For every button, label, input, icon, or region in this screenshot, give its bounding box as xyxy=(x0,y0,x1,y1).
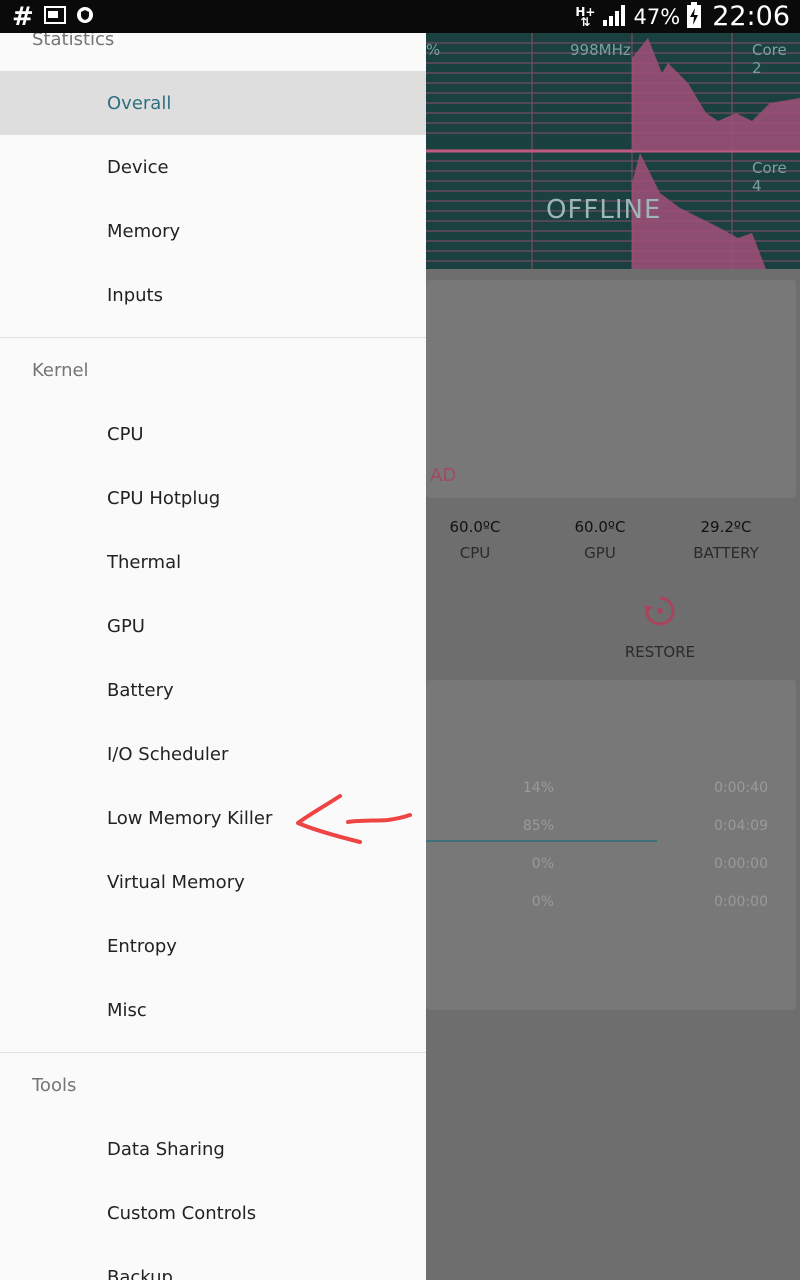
battery-charging-icon xyxy=(686,1,702,32)
drawer-item-custom-controls[interactable]: Custom Controls xyxy=(0,1181,426,1245)
graph-core-4: Core 4 xyxy=(752,159,787,195)
drawer-item-memory[interactable]: Memory xyxy=(0,199,426,263)
info-card xyxy=(426,280,796,498)
drawer-item-device[interactable]: Device xyxy=(0,135,426,199)
drawer-item-overall[interactable]: Overall xyxy=(0,71,426,135)
section-header-statistics: Statistics xyxy=(32,33,115,50)
section-header-tools: Tools xyxy=(32,1075,77,1096)
restore-button[interactable]: RESTORE xyxy=(610,593,710,661)
graph-offline-label: OFFLINE xyxy=(546,195,662,225)
drawer-item-misc[interactable]: Misc xyxy=(0,978,426,1042)
drawer-item-gpu[interactable]: GPU xyxy=(0,594,426,658)
cpu-temp: 60.0ºC CPU xyxy=(449,518,501,562)
gpu-temp: 60.0ºC GPU xyxy=(574,518,626,562)
screenshot-icon xyxy=(43,5,66,28)
stat-progress-bar xyxy=(426,840,657,842)
status-bar: # H+ ⇅ 47% 22:06 xyxy=(0,0,800,33)
drawer-item-thermal[interactable]: Thermal xyxy=(0,530,426,594)
graph-core-2: Core 2 xyxy=(752,41,787,77)
drawer-item-backup[interactable]: Backup xyxy=(0,1245,426,1280)
clock: 22:06 xyxy=(712,1,790,32)
navigation-drawer: Statistics Overall Device Memory Inputs … xyxy=(0,33,426,1280)
hash-icon: # xyxy=(12,1,34,32)
signal-icon xyxy=(602,4,628,30)
drawer-item-virtual-memory[interactable]: Virtual Memory xyxy=(0,850,426,914)
restore-icon xyxy=(644,596,675,626)
drawer-item-battery[interactable]: Battery xyxy=(0,658,426,722)
card-link[interactable]: AD xyxy=(430,465,456,486)
drawer-divider xyxy=(0,337,426,338)
graph-label-left: % xyxy=(426,41,441,59)
network-type-icon: H+ ⇅ xyxy=(575,4,596,29)
drawer-item-entropy[interactable]: Entropy xyxy=(0,914,426,978)
battery-percent: 47% xyxy=(633,4,681,29)
cpu-states-card xyxy=(426,680,796,1010)
drawer-item-data-sharing[interactable]: Data Sharing xyxy=(0,1117,426,1181)
graph-frequency: 998MHz xyxy=(570,41,631,59)
annotation-arrow xyxy=(296,794,412,844)
battery-temp: 29.2ºC BATTERY xyxy=(693,518,759,562)
drawer-item-inputs[interactable]: Inputs xyxy=(0,263,426,327)
drawer-item-cpu-hotplug[interactable]: CPU Hotplug xyxy=(0,466,426,530)
section-header-kernel: Kernel xyxy=(32,360,89,381)
shield-icon xyxy=(76,6,94,28)
drawer-item-cpu[interactable]: CPU xyxy=(0,402,426,466)
drawer-item-io-scheduler[interactable]: I/O Scheduler xyxy=(0,722,426,786)
drawer-divider xyxy=(0,1052,426,1053)
